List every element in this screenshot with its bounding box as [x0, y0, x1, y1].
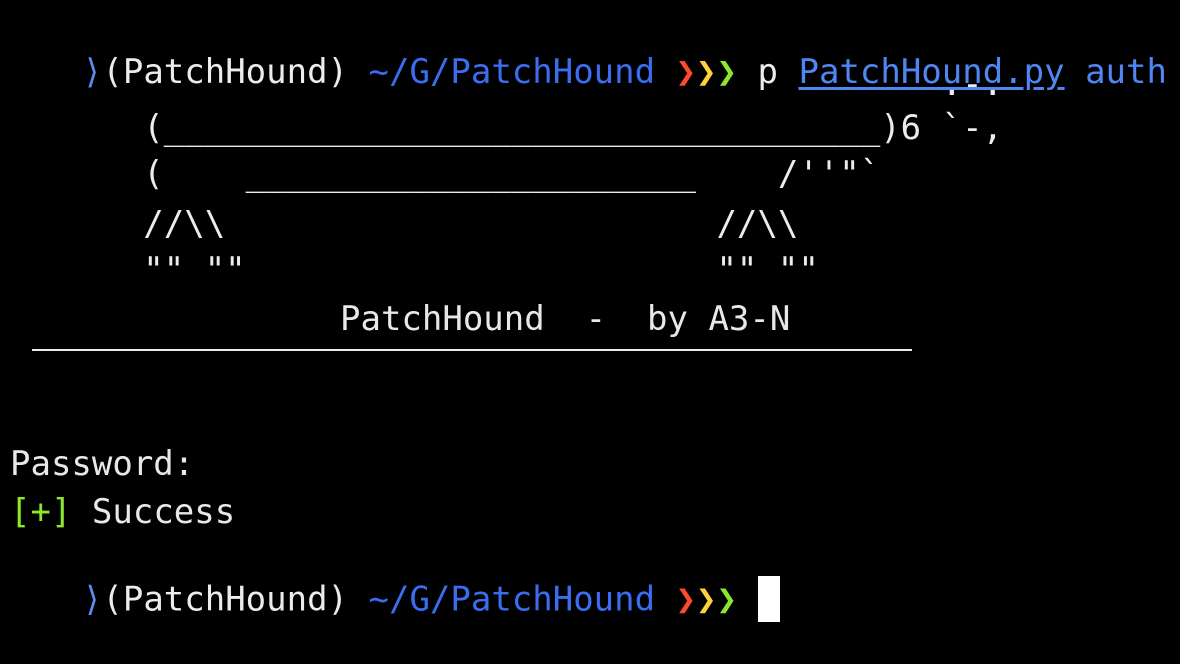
success-line: [+] Success — [10, 492, 235, 532]
prompt-line-top: ⟩(PatchHound) ~/G/PatchHound ❯❯❯ p Patch… — [0, 12, 1167, 92]
chevron-red-icon: ❯ — [675, 579, 697, 620]
prompt-marker-icon: ⟩ — [81, 579, 103, 620]
prompt-line-bottom[interactable]: ⟩(PatchHound) ~/G/PatchHound ❯❯❯ — [0, 538, 780, 622]
terminal-window[interactable]: ⟩(PatchHound) ~/G/PatchHound ❯❯❯ p Patch… — [0, 0, 1180, 622]
banner-divider — [32, 349, 912, 351]
password-prompt: Password: — [10, 444, 195, 484]
terminal-cursor[interactable] — [757, 576, 780, 622]
virtualenv-name: (PatchHound) — [102, 579, 349, 620]
chevron-green-icon: ❯ — [716, 579, 738, 620]
ascii-art-line-5: "" "" "" "" — [0, 250, 819, 290]
success-tag: [+] — [10, 492, 72, 532]
command-subcommand: auth — [1085, 52, 1167, 92]
chevron-yellow-icon: ❯ — [696, 579, 717, 620]
banner-title: PatchHound - by A3-N — [340, 299, 791, 339]
current-path: ~/G/PatchHound — [368, 579, 656, 620]
success-text: Success — [91, 492, 236, 532]
